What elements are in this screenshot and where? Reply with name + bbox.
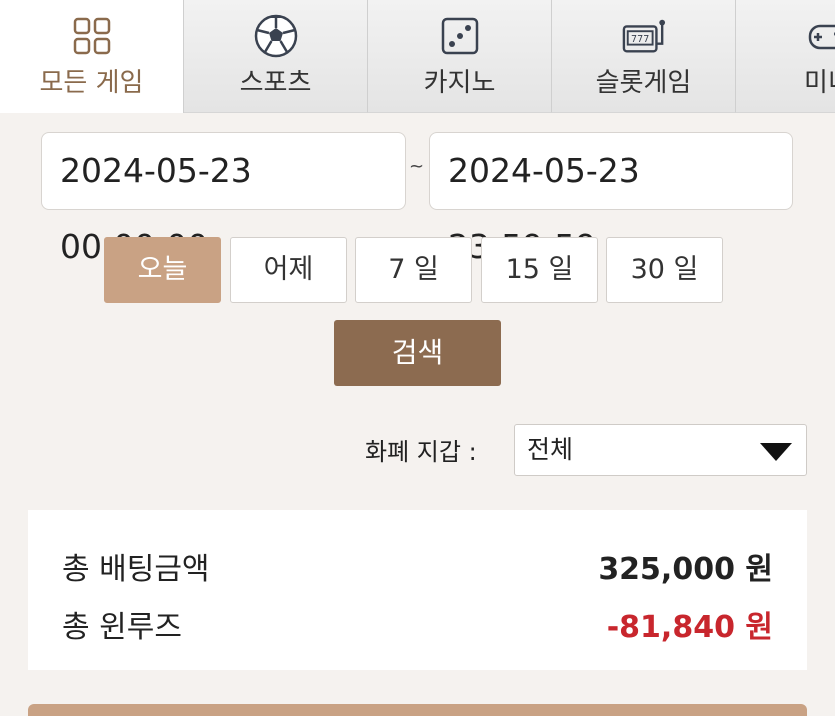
date-separator: ~ — [409, 156, 425, 177]
total-winloss-value: -81,840 원 — [606, 610, 773, 645]
30-days-button[interactable]: 30 일 — [606, 237, 723, 303]
yesterday-button[interactable]: 어제 — [230, 237, 347, 303]
dropdown-arrow-icon — [760, 443, 792, 461]
gamepad-icon — [806, 14, 835, 58]
tab-casino[interactable]: 카지노 — [368, 0, 552, 113]
dice-icon — [438, 14, 482, 58]
15-days-button[interactable]: 15 일 — [481, 237, 598, 303]
soccer-ball-icon — [254, 14, 298, 58]
search-button[interactable]: 검색 — [334, 320, 501, 386]
total-bet-label: 총 배팅금액 — [62, 552, 210, 587]
wallet-label: 화폐 지갑 : — [365, 438, 477, 466]
total-bet-value: 325,000 원 — [598, 552, 773, 587]
tab-label: 미니 — [804, 68, 835, 98]
tab-mini-games[interactable]: 미니 — [736, 0, 835, 113]
date-to-input[interactable]: 2024-05-23 23:59:59 — [429, 132, 793, 266]
tab-slot-games[interactable]: 777 슬롯게임 — [552, 0, 736, 113]
wallet-selected-value: 전체 — [527, 435, 574, 464]
total-winloss-row: 총 윈루즈 -81,840 원 — [62, 602, 773, 645]
total-bet-row: 총 배팅금액 325,000 원 — [62, 544, 773, 587]
tab-label: 카지노 — [423, 68, 496, 98]
tab-label: 모든 게임 — [39, 68, 144, 98]
bottom-bar — [28, 704, 807, 716]
game-category-tabs: 모든 게임 스포츠 카지노 777 슬롯게임 미 — [0, 0, 835, 113]
total-winloss-label: 총 윈루즈 — [62, 610, 182, 645]
tab-sports[interactable]: 스포츠 — [184, 0, 368, 113]
grid-icon — [70, 14, 114, 58]
slot-machine-icon: 777 — [622, 14, 666, 58]
today-button[interactable]: 오늘 — [104, 237, 221, 303]
date-from-input[interactable]: 2024-05-23 00:00:00 — [41, 132, 406, 266]
tab-label: 스포츠 — [239, 68, 312, 98]
wallet-select[interactable]: 전체 — [514, 424, 807, 476]
tab-all-games[interactable]: 모든 게임 — [0, 0, 184, 113]
tab-label: 슬롯게임 — [595, 68, 692, 98]
svg-text:777: 777 — [631, 34, 649, 45]
7-days-button[interactable]: 7 일 — [355, 237, 472, 303]
summary-card: 총 배팅금액 325,000 원 총 윈루즈 -81,840 원 — [28, 510, 807, 670]
